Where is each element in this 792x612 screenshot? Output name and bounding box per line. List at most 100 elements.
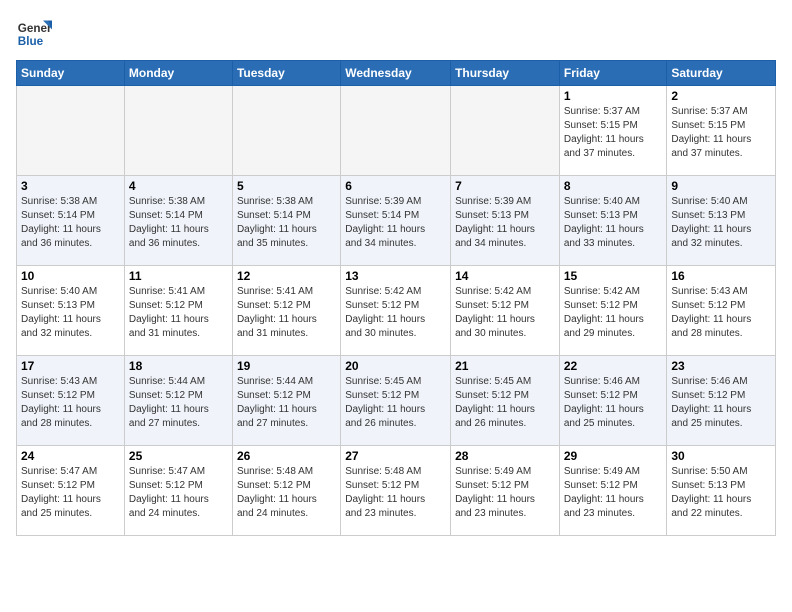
weekday-wednesday: Wednesday bbox=[341, 61, 451, 86]
calendar-cell: 5 Sunrise: 5:38 AM Sunset: 5:14 PM Daylig… bbox=[232, 176, 340, 266]
calendar-table: SundayMondayTuesdayWednesdayThursdayFrid… bbox=[16, 60, 776, 536]
day-number: 10 bbox=[21, 269, 120, 283]
calendar-cell: 2 Sunrise: 5:37 AM Sunset: 5:15 PM Daylig… bbox=[667, 86, 776, 176]
day-info: Sunrise: 5:40 AM Sunset: 5:13 PM Dayligh… bbox=[671, 195, 771, 251]
calendar-cell bbox=[232, 86, 340, 176]
logo: General Blue bbox=[16, 16, 56, 52]
day-info: Sunrise: 5:41 AM Sunset: 5:12 PM Dayligh… bbox=[129, 285, 228, 341]
day-info: Sunrise: 5:40 AM Sunset: 5:13 PM Dayligh… bbox=[564, 195, 663, 251]
calendar-cell: 9 Sunrise: 5:40 AM Sunset: 5:13 PM Daylig… bbox=[667, 176, 776, 266]
day-number: 7 bbox=[455, 179, 555, 193]
day-info: Sunrise: 5:47 AM Sunset: 5:12 PM Dayligh… bbox=[129, 465, 228, 521]
day-number: 11 bbox=[129, 269, 228, 283]
day-info: Sunrise: 5:46 AM Sunset: 5:12 PM Dayligh… bbox=[564, 375, 663, 431]
calendar-cell: 14 Sunrise: 5:42 AM Sunset: 5:12 PM Dayli… bbox=[451, 266, 560, 356]
day-info: Sunrise: 5:49 AM Sunset: 5:12 PM Dayligh… bbox=[564, 465, 663, 521]
day-number: 21 bbox=[455, 359, 555, 373]
day-number: 24 bbox=[21, 449, 120, 463]
calendar-cell: 17 Sunrise: 5:43 AM Sunset: 5:12 PM Dayli… bbox=[17, 356, 125, 446]
calendar-body: 1Sunrise: 5:37 AM Sunset: 5:15 PM Daylig… bbox=[17, 86, 776, 536]
calendar-cell: 4 Sunrise: 5:38 AM Sunset: 5:14 PM Daylig… bbox=[124, 176, 232, 266]
calendar-cell: 25 Sunrise: 5:47 AM Sunset: 5:12 PM Dayli… bbox=[124, 446, 232, 536]
weekday-friday: Friday bbox=[559, 61, 667, 86]
day-number: 23 bbox=[671, 359, 771, 373]
calendar-cell: 10 Sunrise: 5:40 AM Sunset: 5:13 PM Dayli… bbox=[17, 266, 125, 356]
calendar-week-5: 24 Sunrise: 5:47 AM Sunset: 5:12 PM Dayli… bbox=[17, 446, 776, 536]
weekday-saturday: Saturday bbox=[667, 61, 776, 86]
day-number: 14 bbox=[455, 269, 555, 283]
svg-text:Blue: Blue bbox=[18, 35, 44, 48]
day-info: Sunrise: 5:38 AM Sunset: 5:14 PM Dayligh… bbox=[129, 195, 228, 251]
day-number: 27 bbox=[345, 449, 446, 463]
calendar-cell: 7 Sunrise: 5:39 AM Sunset: 5:13 PM Daylig… bbox=[451, 176, 560, 266]
calendar-cell: 28 Sunrise: 5:49 AM Sunset: 5:12 PM Dayli… bbox=[451, 446, 560, 536]
day-info: Sunrise: 5:39 AM Sunset: 5:13 PM Dayligh… bbox=[455, 195, 555, 251]
day-info: Sunrise: 5:42 AM Sunset: 5:12 PM Dayligh… bbox=[564, 285, 663, 341]
day-number: 15 bbox=[564, 269, 663, 283]
calendar-cell: 26Sunrise: 5:48 AM Sunset: 5:12 PM Dayli… bbox=[232, 446, 340, 536]
weekday-tuesday: Tuesday bbox=[232, 61, 340, 86]
day-number: 17 bbox=[21, 359, 120, 373]
calendar-cell: 20Sunrise: 5:45 AM Sunset: 5:12 PM Dayli… bbox=[341, 356, 451, 446]
calendar-cell: 23 Sunrise: 5:46 AM Sunset: 5:12 PM Dayli… bbox=[667, 356, 776, 446]
day-info: Sunrise: 5:48 AM Sunset: 5:12 PM Dayligh… bbox=[237, 465, 336, 521]
day-number: 29 bbox=[564, 449, 663, 463]
day-info: Sunrise: 5:44 AM Sunset: 5:12 PM Dayligh… bbox=[237, 375, 336, 431]
calendar-cell: 15 Sunrise: 5:42 AM Sunset: 5:12 PM Dayli… bbox=[559, 266, 667, 356]
calendar-cell: 6 Sunrise: 5:39 AM Sunset: 5:14 PM Daylig… bbox=[341, 176, 451, 266]
day-number: 19 bbox=[237, 359, 336, 373]
day-info: Sunrise: 5:37 AM Sunset: 5:15 PM Dayligh… bbox=[564, 105, 663, 161]
day-info: Sunrise: 5:45 AM Sunset: 5:12 PM Dayligh… bbox=[455, 375, 555, 431]
calendar-cell: 11 Sunrise: 5:41 AM Sunset: 5:12 PM Dayli… bbox=[124, 266, 232, 356]
calendar-week-3: 10 Sunrise: 5:40 AM Sunset: 5:13 PM Dayli… bbox=[17, 266, 776, 356]
day-number: 28 bbox=[455, 449, 555, 463]
day-info: Sunrise: 5:46 AM Sunset: 5:12 PM Dayligh… bbox=[671, 375, 771, 431]
calendar-cell bbox=[341, 86, 451, 176]
calendar-cell: 13Sunrise: 5:42 AM Sunset: 5:12 PM Dayli… bbox=[341, 266, 451, 356]
day-info: Sunrise: 5:40 AM Sunset: 5:13 PM Dayligh… bbox=[21, 285, 120, 341]
calendar-cell: 1Sunrise: 5:37 AM Sunset: 5:15 PM Daylig… bbox=[559, 86, 667, 176]
day-info: Sunrise: 5:49 AM Sunset: 5:12 PM Dayligh… bbox=[455, 465, 555, 521]
day-number: 12 bbox=[237, 269, 336, 283]
day-number: 5 bbox=[237, 179, 336, 193]
weekday-header-row: SundayMondayTuesdayWednesdayThursdayFrid… bbox=[17, 61, 776, 86]
day-info: Sunrise: 5:39 AM Sunset: 5:14 PM Dayligh… bbox=[345, 195, 446, 251]
weekday-sunday: Sunday bbox=[17, 61, 125, 86]
calendar-cell: 19 Sunrise: 5:44 AM Sunset: 5:12 PM Dayli… bbox=[232, 356, 340, 446]
calendar-cell: 16Sunrise: 5:43 AM Sunset: 5:12 PM Dayli… bbox=[667, 266, 776, 356]
day-info: Sunrise: 5:41 AM Sunset: 5:12 PM Dayligh… bbox=[237, 285, 336, 341]
day-info: Sunrise: 5:43 AM Sunset: 5:12 PM Dayligh… bbox=[21, 375, 120, 431]
calendar-cell bbox=[451, 86, 560, 176]
weekday-monday: Monday bbox=[124, 61, 232, 86]
day-number: 30 bbox=[671, 449, 771, 463]
day-number: 13 bbox=[345, 269, 446, 283]
calendar-cell: 18Sunrise: 5:44 AM Sunset: 5:12 PM Dayli… bbox=[124, 356, 232, 446]
calendar-cell: 24Sunrise: 5:47 AM Sunset: 5:12 PM Dayli… bbox=[17, 446, 125, 536]
calendar-cell: 3 Sunrise: 5:38 AM Sunset: 5:14 PM Daylig… bbox=[17, 176, 125, 266]
day-info: Sunrise: 5:38 AM Sunset: 5:14 PM Dayligh… bbox=[237, 195, 336, 251]
weekday-thursday: Thursday bbox=[451, 61, 560, 86]
day-number: 9 bbox=[671, 179, 771, 193]
day-number: 3 bbox=[21, 179, 120, 193]
calendar-cell: 8Sunrise: 5:40 AM Sunset: 5:13 PM Daylig… bbox=[559, 176, 667, 266]
day-info: Sunrise: 5:48 AM Sunset: 5:12 PM Dayligh… bbox=[345, 465, 446, 521]
day-number: 4 bbox=[129, 179, 228, 193]
day-number: 22 bbox=[564, 359, 663, 373]
calendar-cell: 21 Sunrise: 5:45 AM Sunset: 5:12 PM Dayli… bbox=[451, 356, 560, 446]
calendar-cell: 29 Sunrise: 5:49 AM Sunset: 5:12 PM Dayli… bbox=[559, 446, 667, 536]
calendar-cell bbox=[17, 86, 125, 176]
page-header: General Blue bbox=[16, 16, 776, 52]
day-number: 6 bbox=[345, 179, 446, 193]
day-info: Sunrise: 5:42 AM Sunset: 5:12 PM Dayligh… bbox=[455, 285, 555, 341]
day-info: Sunrise: 5:37 AM Sunset: 5:15 PM Dayligh… bbox=[671, 105, 771, 161]
day-number: 25 bbox=[129, 449, 228, 463]
day-info: Sunrise: 5:45 AM Sunset: 5:12 PM Dayligh… bbox=[345, 375, 446, 431]
calendar-week-2: 3 Sunrise: 5:38 AM Sunset: 5:14 PM Daylig… bbox=[17, 176, 776, 266]
day-info: Sunrise: 5:43 AM Sunset: 5:12 PM Dayligh… bbox=[671, 285, 771, 341]
day-info: Sunrise: 5:44 AM Sunset: 5:12 PM Dayligh… bbox=[129, 375, 228, 431]
day-info: Sunrise: 5:38 AM Sunset: 5:14 PM Dayligh… bbox=[21, 195, 120, 251]
calendar-week-4: 17 Sunrise: 5:43 AM Sunset: 5:12 PM Dayli… bbox=[17, 356, 776, 446]
day-number: 2 bbox=[671, 89, 771, 103]
calendar-cell: 30Sunrise: 5:50 AM Sunset: 5:13 PM Dayli… bbox=[667, 446, 776, 536]
logo-icon: General Blue bbox=[16, 16, 52, 52]
